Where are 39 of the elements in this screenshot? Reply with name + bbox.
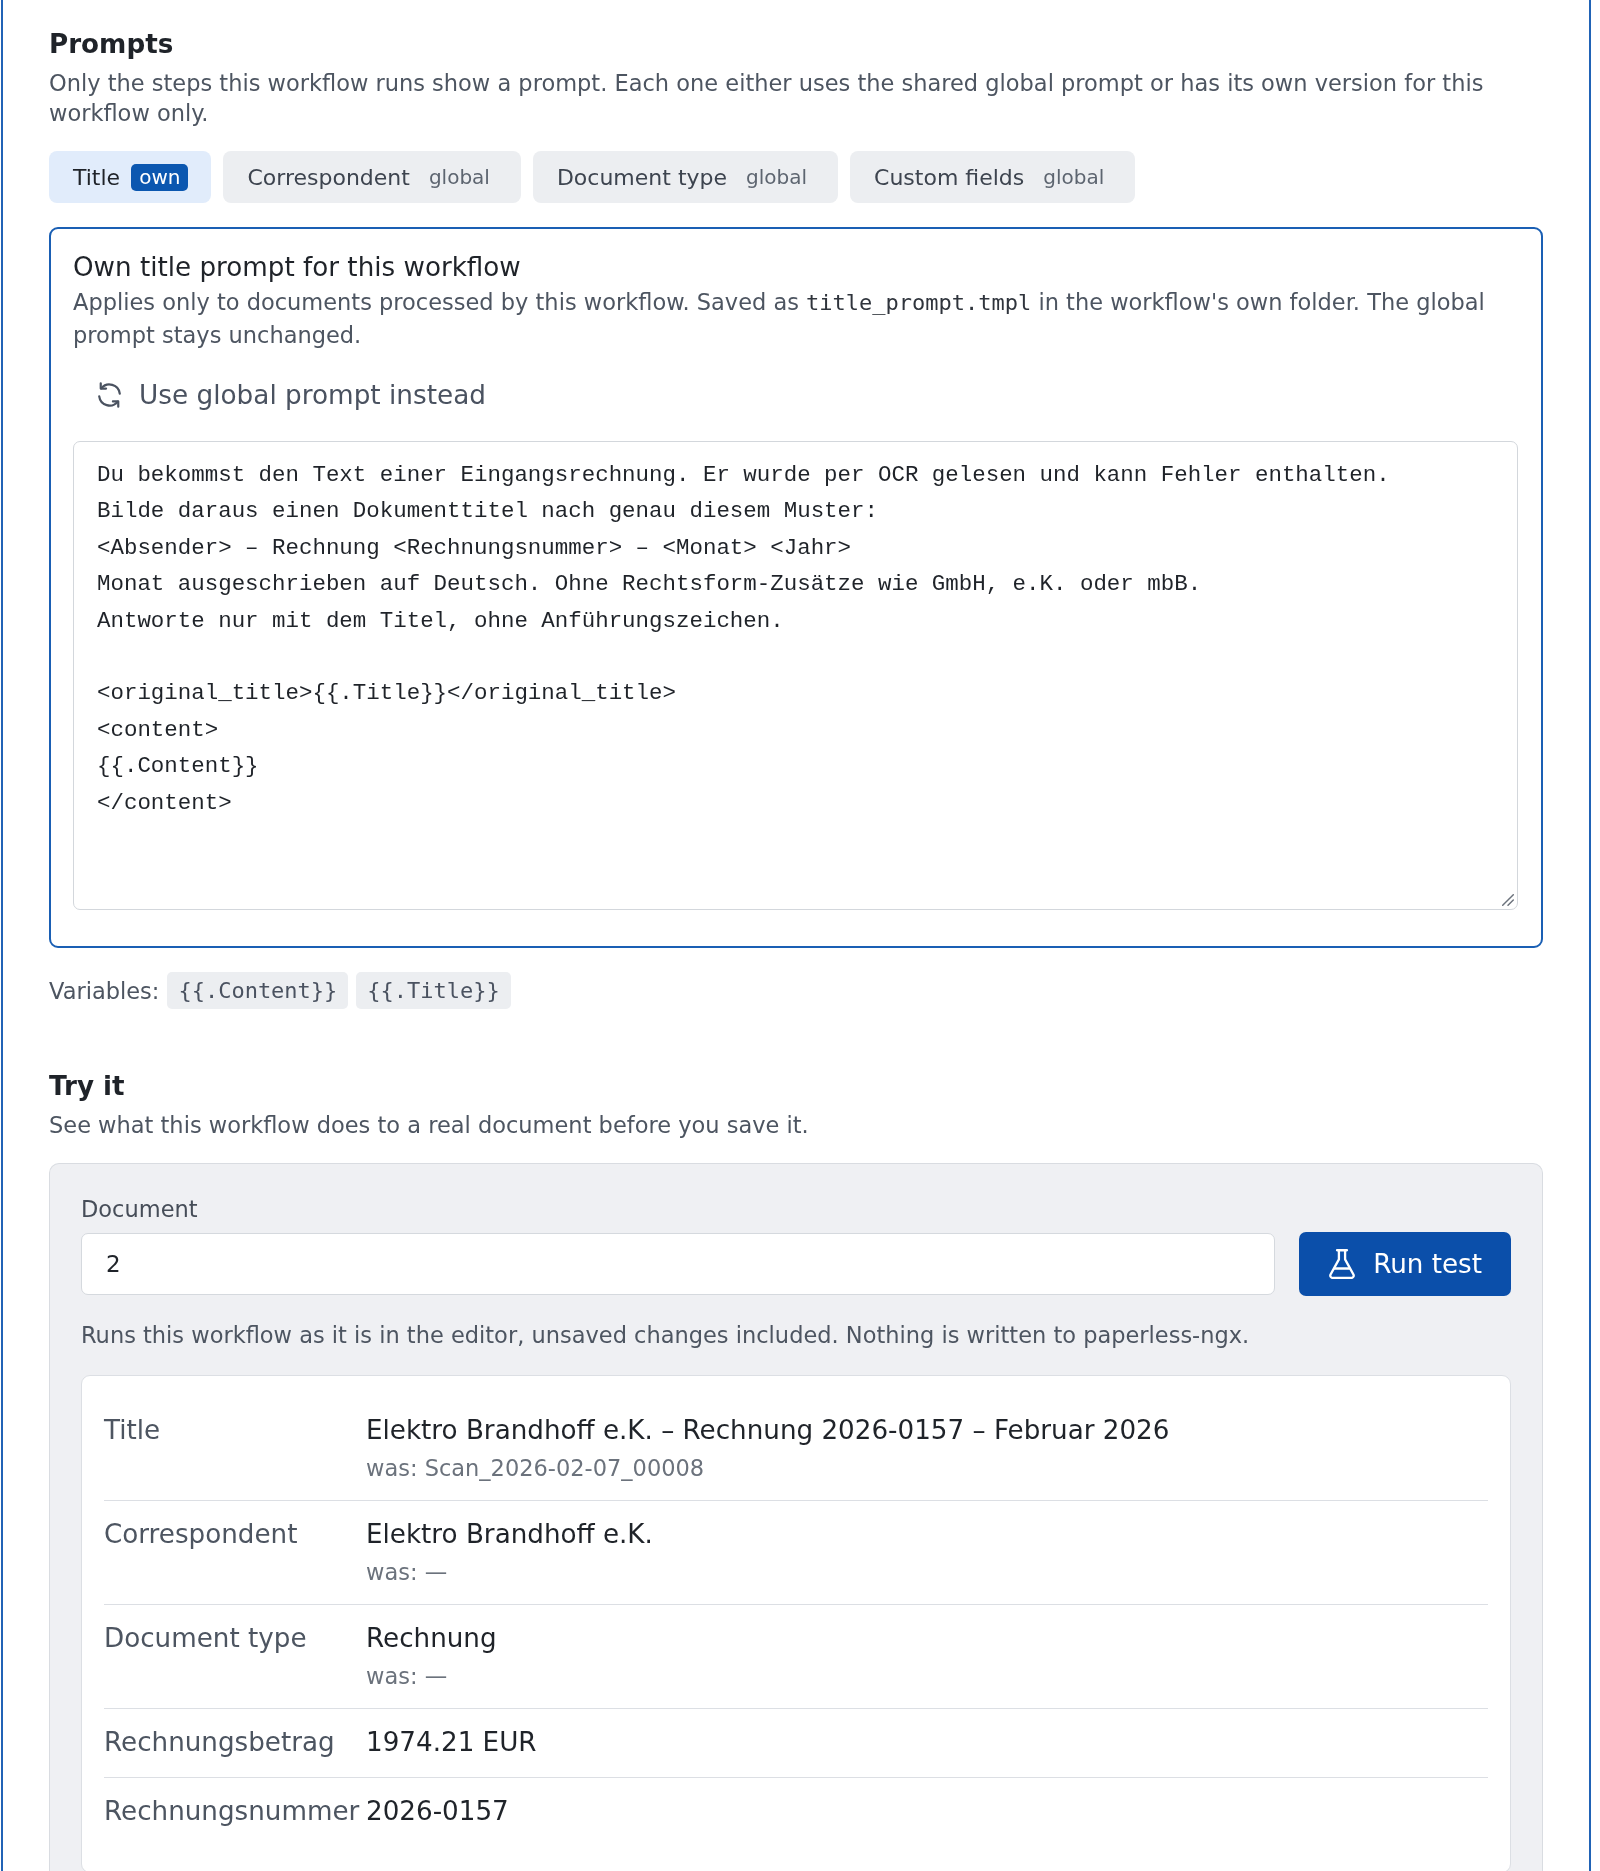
test-hint: Runs this workflow as it is in the editor, unsaved changes included. Nothing is written to paperless-ngx. bbox=[81, 1321, 1251, 1349]
prompt-tab[interactable]: Correspondent global bbox=[223, 151, 521, 203]
source-label: global bbox=[1042, 163, 1106, 191]
section-description: See what this workflow does to a real document before you save it. bbox=[49, 1111, 810, 1140]
field-value: Elektro Brandhoff e.K. bbox=[366, 1518, 653, 1551]
prompt-tab[interactable]: Title own bbox=[49, 151, 212, 203]
field-name: Correspondent bbox=[104, 1518, 299, 1551]
source-badge: own bbox=[131, 163, 189, 191]
field-name: Rechnungsbetrag bbox=[104, 1726, 336, 1759]
editor-title: Own title prompt for this workflow bbox=[73, 251, 522, 284]
variable-chip: {{.Title}} bbox=[356, 972, 511, 1009]
source-label: global bbox=[745, 163, 809, 191]
field-name: Title bbox=[104, 1414, 162, 1447]
refresh-icon bbox=[97, 382, 122, 408]
variables-label: Variables: bbox=[49, 976, 160, 1006]
field-name: Document type bbox=[104, 1622, 308, 1655]
prompt-tab[interactable]: Document type global bbox=[532, 151, 839, 203]
section-heading: Prompts bbox=[49, 28, 175, 60]
prompt-textarea[interactable]: Du bekommst den Text einer Eingangsrechnung. Er wurde per OCR gelesen und kann Fehler enthalten. Bilde daraus einen Dokumenttitel nach genau diesem Muster: <Absender> – Rechnung <Rechnungsnummer> – <Monat> <Jahr> Monat ausgeschrieben auf Deutsch. Ohne Rechtsform-Zusätze wie GmbH, e.K. oder mbB. Antworte nur mit dem Titel, ohne Anführungszeichen. <original_title>{{.Title}}</original_title> <content> {{.Content}} </content> bbox=[73, 441, 1518, 910]
section-heading: Try it bbox=[49, 1070, 126, 1102]
field-value: 2026-0157 bbox=[366, 1795, 509, 1828]
document-input[interactable]: 2 bbox=[81, 1233, 1276, 1295]
section-description: Only the steps this workflow runs show a prompt. Each one either uses the shared global prompt or has its own version for this workflow only. bbox=[49, 69, 1485, 128]
previous-value: was: — bbox=[366, 1558, 449, 1587]
use-global-prompt-button[interactable]: Use global prompt instead bbox=[85, 371, 498, 419]
flask-icon bbox=[1329, 1249, 1356, 1279]
previous-value: was: — bbox=[366, 1662, 449, 1691]
field-value: Rechnung bbox=[366, 1622, 497, 1655]
field-value: Elektro Brandhoff e.K. – Rechnung 2026-0157 – Februar 2026 bbox=[366, 1414, 1170, 1447]
resize-grip-icon[interactable] bbox=[1502, 894, 1514, 906]
source-label: global bbox=[427, 163, 491, 191]
previous-value: was: Scan_2026-02-07_00008 bbox=[366, 1454, 706, 1483]
prompt-tab[interactable]: Custom fields global bbox=[850, 151, 1136, 203]
variable-chip: {{.Content}} bbox=[167, 972, 349, 1009]
field-name: Rechnungsnummer bbox=[104, 1795, 361, 1828]
editor-description: Applies only to documents processed by this workflow. Saved as title_prompt.tmpl in the workflow's own folder. The global prompt stays unchanged. bbox=[73, 288, 1486, 350]
document-label: Document bbox=[81, 1195, 199, 1223]
field-value: 1974.21 EUR bbox=[366, 1726, 537, 1759]
run-test-button[interactable]: Run test bbox=[1299, 1232, 1511, 1296]
